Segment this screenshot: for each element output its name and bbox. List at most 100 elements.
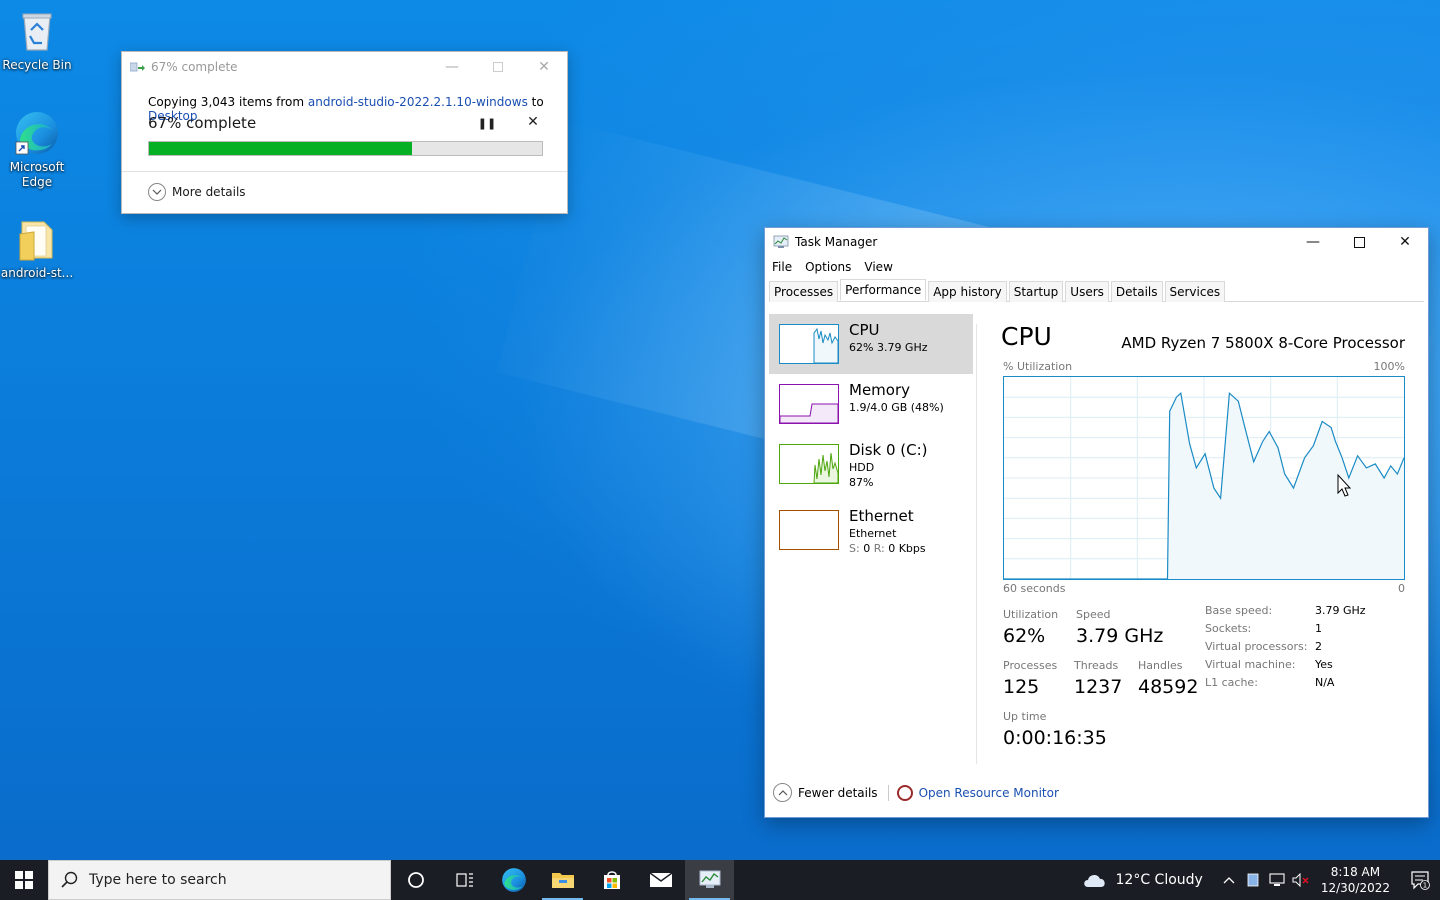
file-explorer-icon	[551, 873, 574, 888]
maximize-button[interactable]	[475, 52, 521, 82]
time-axis-right: 0	[1398, 582, 1405, 595]
task-manager-titlebar[interactable]: Task Manager — ✕	[765, 228, 1428, 256]
desktop-icon-label: android-st...	[0, 266, 74, 280]
cpu-utilization-graph	[1003, 376, 1405, 580]
stat-label: Utilization	[1003, 608, 1059, 621]
tab-startup[interactable]: Startup	[1008, 281, 1064, 302]
cortana-button[interactable]	[391, 860, 440, 900]
cancel-copy-button[interactable]: ✕	[525, 114, 541, 130]
menu-file[interactable]: File	[772, 260, 792, 274]
time-axis-left: 60 seconds	[1003, 582, 1066, 595]
copy-dialog-titlebar[interactable]: 67% complete — ✕	[122, 52, 567, 82]
network-tray-button[interactable]	[1265, 860, 1289, 900]
desktop-icon-edge[interactable]: Microsoft Edge	[0, 110, 74, 190]
copy-progress-bar	[148, 141, 543, 156]
start-button[interactable]	[0, 860, 48, 900]
minimize-button[interactable]: —	[429, 52, 475, 82]
minimize-button[interactable]: —	[1290, 228, 1336, 256]
stat-value: 125	[1003, 676, 1040, 698]
tab-services[interactable]: Services	[1164, 281, 1226, 302]
taskbar-mail-button[interactable]	[636, 860, 685, 900]
spec-key: L1 cache:	[1205, 676, 1258, 689]
show-hidden-icons-button[interactable]	[1217, 860, 1241, 900]
desktop-icon-label: Microsoft Edge	[9, 160, 65, 189]
mail-icon	[649, 872, 672, 887]
weather-widget[interactable]: 12°C Cloudy	[1082, 871, 1203, 889]
sidebar-item-ethernet[interactable]: Ethernet Ethernet S: 0 R: 0 Kbps	[769, 500, 973, 560]
menu-options[interactable]: Options	[805, 260, 851, 274]
desktop-icon-android-folder[interactable]: android-st...	[0, 216, 74, 281]
stat-value: 48592	[1138, 676, 1199, 698]
volume-muted-icon	[1292, 873, 1309, 887]
sidebar-item-disk[interactable]: Disk 0 (C:) HDD 87%	[769, 434, 973, 494]
more-details-button[interactable]: More details	[148, 183, 246, 201]
tab-processes[interactable]: Processes	[769, 281, 839, 302]
tab-details[interactable]: Details	[1110, 281, 1163, 302]
open-resource-monitor-link[interactable]: Open Resource Monitor	[896, 784, 1059, 801]
sidebar-item-sub2: 87%	[849, 476, 874, 489]
taskbar-task-manager-button[interactable]	[685, 860, 734, 900]
receive-label: R:	[873, 542, 885, 555]
spec-value: Yes	[1315, 658, 1333, 671]
sidebar-item-cpu[interactable]: CPU 62% 3.79 GHz	[769, 314, 973, 374]
task-view-button[interactable]	[440, 860, 489, 900]
desktop-icon-label: Recycle Bin	[2, 58, 72, 72]
taskbar-store-button[interactable]	[587, 860, 636, 900]
copy-progress-fill	[149, 142, 413, 155]
send-label: S:	[849, 542, 860, 555]
notification-icon: 1	[1411, 871, 1430, 890]
network-icon	[1269, 873, 1285, 886]
copy-files-icon	[130, 62, 145, 72]
pause-icon: ❚❚	[477, 116, 497, 130]
minimize-icon: —	[1306, 234, 1320, 250]
tab-performance[interactable]: Performance	[840, 279, 927, 301]
menu-bar: File Options View	[765, 256, 1428, 278]
stat-label: Threads	[1074, 659, 1119, 672]
more-details-label: More details	[172, 185, 246, 199]
cpu-model: AMD Ryzen 7 5800X 8-Core Processor	[1121, 334, 1405, 352]
stat-value: 0:00:16:35	[1003, 727, 1107, 749]
copy-dialog-title: 67% complete	[151, 60, 238, 74]
tab-app-history[interactable]: App history	[928, 281, 1007, 302]
chevron-up-icon	[773, 783, 792, 802]
menu-view[interactable]: View	[864, 260, 892, 274]
performance-sidebar: CPU 62% 3.79 GHz Memory 1.9/4.0 GB (48%)	[769, 314, 973, 764]
action-center-button[interactable]: 1	[1400, 860, 1440, 900]
spec-key: Sockets:	[1205, 622, 1252, 635]
close-button[interactable]: ✕	[521, 52, 567, 82]
system-clock[interactable]: 8:18 AM 12/30/2022	[1321, 864, 1390, 896]
close-button[interactable]: ✕	[1382, 228, 1428, 256]
spec-row: Sockets: 1	[1205, 622, 1405, 640]
volume-tray-button[interactable]	[1289, 860, 1313, 900]
cpu-thumbnail-graph	[779, 324, 839, 364]
sidebar-item-sub: HDD	[849, 461, 875, 474]
chevron-down-icon	[148, 183, 166, 201]
task-manager-window[interactable]: Task Manager — ✕ File Options View Proce…	[764, 227, 1429, 818]
storage-icon	[1247, 873, 1259, 887]
taskbar-search-input[interactable]: Type here to search	[48, 860, 391, 900]
close-icon: ✕	[538, 59, 550, 75]
folder-icon	[14, 216, 60, 262]
sidebar-item-name: Disk 0 (C:)	[849, 441, 928, 459]
fewer-details-button[interactable]: Fewer details	[773, 783, 878, 802]
taskbar-edge-button[interactable]	[489, 860, 538, 900]
copy-percent-text: 67% complete	[148, 114, 257, 132]
copy-progress-dialog[interactable]: 67% complete — ✕ Copying 3,043 items fro…	[121, 51, 568, 214]
storage-tray-button[interactable]	[1241, 860, 1265, 900]
edge-icon	[14, 110, 60, 156]
spec-key: Virtual machine:	[1205, 658, 1296, 671]
pause-button[interactable]: ❚❚	[477, 115, 497, 131]
windows-logo-icon	[15, 871, 33, 889]
spec-value: 3.79 GHz	[1315, 604, 1366, 617]
taskbar: Type here to search 12°C Cloudy 8:18 AM …	[0, 860, 1440, 900]
weather-text: 12°C Cloudy	[1115, 872, 1203, 888]
sidebar-item-memory[interactable]: Memory 1.9/4.0 GB (48%)	[769, 374, 973, 434]
stat-value: 3.79 GHz	[1076, 625, 1164, 647]
taskbar-file-explorer-button[interactable]	[538, 860, 587, 900]
copy-source-link[interactable]: android-studio-2022.2.1.10-windows	[308, 95, 528, 109]
maximize-icon	[1353, 236, 1365, 248]
maximize-button[interactable]	[1336, 228, 1382, 256]
desktop-icon-recycle-bin[interactable]: Recycle Bin	[0, 8, 74, 73]
tab-users[interactable]: Users	[1065, 281, 1109, 302]
sidebar-item-name: CPU	[849, 321, 880, 339]
